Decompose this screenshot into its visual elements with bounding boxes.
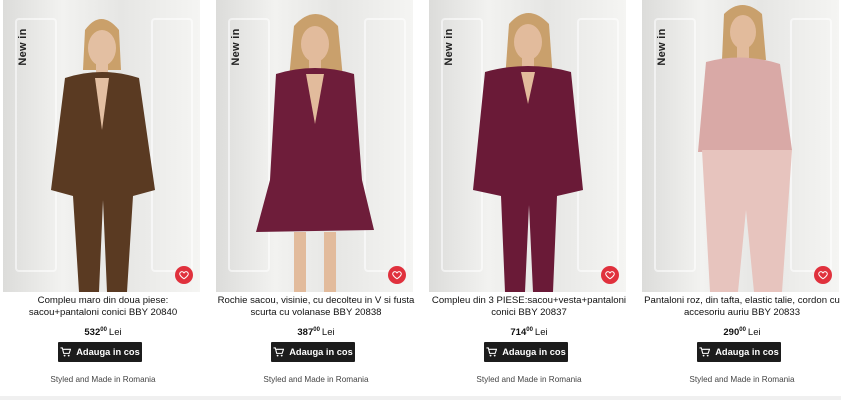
product-title[interactable]: Pantaloni roz, din tafta, elastic talie,… — [642, 295, 841, 319]
page-bottom-divider — [0, 396, 841, 400]
product-price: 29000 Lei — [723, 327, 761, 338]
product-title[interactable]: Compleu maro din doua piese: sacou+panta… — [3, 295, 203, 319]
cart-icon — [699, 347, 711, 357]
product-card: New in Rochie sacou, visinie, cu decolte… — [216, 0, 416, 400]
product-image[interactable]: New in — [3, 0, 200, 292]
new-in-badge: New in — [230, 28, 242, 66]
product-title[interactable]: Compleu din 3 PIESE:sacou+vesta+pantalon… — [429, 295, 629, 319]
cart-icon — [273, 347, 285, 357]
favorite-button[interactable] — [175, 266, 193, 284]
made-in-note: Styled and Made in Romania — [263, 375, 369, 384]
product-title[interactable]: Rochie sacou, visinie, cu decolteu in V … — [216, 295, 416, 319]
new-in-badge: New in — [656, 28, 668, 66]
new-in-badge: New in — [443, 28, 455, 66]
cart-icon — [60, 347, 72, 357]
product-card: New in Pantaloni roz, din tafta, elastic… — [642, 0, 841, 400]
favorite-button[interactable] — [388, 266, 406, 284]
product-card: New in Compleu din 3 PIESE:sacou+vesta+p… — [429, 0, 629, 400]
favorite-button[interactable] — [601, 266, 619, 284]
product-image[interactable]: New in — [429, 0, 626, 292]
product-image[interactable]: New in — [216, 0, 413, 292]
product-price: 71400 Lei — [510, 327, 548, 338]
heart-icon — [179, 271, 189, 280]
add-to-cart-button[interactable]: Adauga in cos — [697, 342, 781, 362]
heart-icon — [392, 271, 402, 280]
add-to-cart-button[interactable]: Adauga in cos — [58, 342, 142, 362]
product-card: New in Compleu maro din doua piese: saco… — [3, 0, 203, 400]
product-price: 53200 Lei — [84, 327, 122, 338]
heart-icon — [605, 271, 615, 280]
heart-icon — [818, 271, 828, 280]
made-in-note: Styled and Made in Romania — [50, 375, 156, 384]
cart-icon — [486, 347, 498, 357]
add-to-cart-button[interactable]: Adauga in cos — [484, 342, 568, 362]
made-in-note: Styled and Made in Romania — [689, 375, 795, 384]
add-to-cart-button[interactable]: Adauga in cos — [271, 342, 355, 362]
made-in-note: Styled and Made in Romania — [476, 375, 582, 384]
product-grid: New in Compleu maro din doua piese: saco… — [0, 0, 841, 400]
favorite-button[interactable] — [814, 266, 832, 284]
product-image[interactable]: New in — [642, 0, 839, 292]
new-in-badge: New in — [17, 28, 29, 66]
product-price: 38700 Lei — [297, 327, 335, 338]
